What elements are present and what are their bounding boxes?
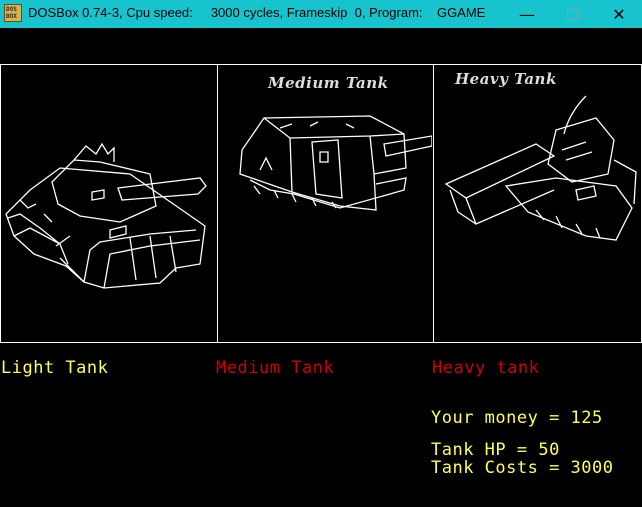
light-tank-image — [5, 142, 207, 289]
app-icon-label: DOS BOX — [6, 6, 17, 20]
money-display: Your money = 125 — [431, 408, 603, 428]
tank-option-medium[interactable]: Medium Tank — [216, 358, 334, 378]
close-icon: ✕ — [612, 4, 626, 24]
close-button[interactable]: ✕ — [596, 0, 642, 28]
heavy-tank-image — [444, 95, 637, 241]
heavy-tank-header: Heavy Tank — [455, 70, 557, 88]
game-screen[interactable]: Medium Tank Heavy Tank Light Tank Medium… — [0, 28, 642, 507]
medium-tank-header: Medium Tank — [268, 74, 389, 92]
tank-cost-display: Tank Costs = 3000 — [431, 458, 614, 478]
dosbox-app-icon[interactable]: DOS BOX — [4, 4, 22, 22]
window-titlebar[interactable]: DOS BOX DOSBox 0.74-3, Cpu speed: 3000 c… — [0, 0, 642, 28]
minimize-button[interactable]: — — [504, 0, 550, 28]
maximize-button[interactable]: ☐ — [550, 0, 596, 28]
medium-tank-image — [239, 115, 432, 211]
window-title: DOSBox 0.74-3, Cpu speed: 3000 cycles, F… — [28, 5, 486, 20]
tank-option-heavy[interactable]: Heavy tank — [432, 358, 539, 378]
minimize-icon: — — [519, 4, 535, 24]
maximize-icon: ☐ — [565, 4, 581, 24]
tank-option-light[interactable]: Light Tank — [1, 358, 108, 378]
tank-hp-display: Tank HP = 50 — [431, 440, 560, 460]
